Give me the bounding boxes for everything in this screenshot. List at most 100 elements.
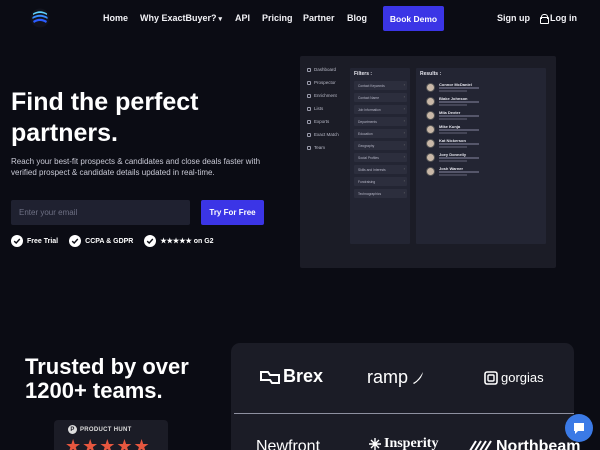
preview-nav-item: Exact Match (307, 132, 339, 137)
stack-logo-icon[interactable] (30, 8, 50, 28)
nav-item-icon (307, 119, 311, 124)
preview-result: Mila Dexter (426, 110, 526, 122)
preview-nav-label: Enrichment (314, 93, 337, 98)
result-meta (439, 129, 479, 131)
result-meta (439, 101, 479, 103)
preview-results-panel: Results : Connor McDaniel Blake Johnson … (416, 68, 546, 244)
northbeam-mark-icon (469, 440, 492, 450)
nav-link-api[interactable]: API (235, 13, 250, 23)
nav-item-icon (307, 145, 311, 150)
top-nav: Home Why ExactBuyer? ▾ API Pricing Partne… (0, 0, 600, 38)
product-hunt-card[interactable]: P PRODUCT HUNT ★★★★★ (54, 420, 168, 450)
result-meta (439, 104, 467, 106)
nav-link-why[interactable]: Why ExactBuyer? ▾ (140, 13, 222, 23)
logo-newfront-text: Newfront (256, 438, 321, 450)
preview-result: Kat Nickerson (426, 138, 526, 150)
nav-link-pricing[interactable]: Pricing (262, 13, 293, 23)
ramp-mark-icon (413, 371, 424, 384)
nav-item-icon (307, 80, 311, 85)
log-in-label: Log in (550, 13, 577, 23)
nav-link-why-label: Why ExactBuyer? (140, 13, 217, 23)
gorgias-mark-icon (484, 370, 498, 385)
preview-nav-label: Exact Match (314, 132, 339, 137)
preview-result: Joey Donnelly (426, 152, 526, 164)
preview-result: Blake Johnson (426, 96, 526, 108)
book-demo-button[interactable]: Book Demo (383, 6, 444, 31)
logo-northbeam-text: Northbeam (496, 438, 581, 450)
app-preview: Dashboard Prospector Enrichment Lists Ex… (300, 56, 556, 268)
avatar (426, 111, 435, 120)
lock-icon (540, 14, 549, 24)
try-for-free-button[interactable]: Try For Free (201, 200, 264, 225)
preview-nav-item: Exports (307, 119, 329, 124)
chevron-down-icon: ▾ (218, 16, 223, 23)
result-meta (439, 143, 479, 145)
badge-label: Free Trial (27, 237, 59, 245)
check-circle-icon (144, 235, 157, 247)
nav-link-home[interactable]: Home (103, 13, 128, 23)
result-meta (439, 160, 467, 162)
preview-nav-label: Dashboard (314, 67, 337, 72)
preview-nav-label: Exports (314, 119, 330, 124)
preview-filters-panel: Filters : Contact Keywords Contact Name … (350, 68, 410, 244)
trust-badges: Free Trial CCPA & GDPR ★★★★★ on G2 (11, 235, 214, 247)
preview-nav-item: Enrichment (307, 93, 337, 98)
nav-link-partner[interactable]: Partner (303, 13, 335, 23)
product-hunt-label: P PRODUCT HUNT (68, 425, 132, 434)
preview-nav-item: Prospector (307, 80, 336, 85)
preview-filter: Departments (354, 117, 407, 126)
avatar (426, 83, 435, 92)
result-meta (439, 174, 467, 176)
preview-filter: Contact Keywords (354, 81, 407, 90)
check-circle-icon (11, 235, 23, 247)
avatar (426, 153, 435, 162)
logo-gorgias: gorgias (484, 370, 544, 385)
trusted-heading: Trusted by over 1200+ teams. (25, 354, 189, 403)
nav-item-icon (307, 106, 311, 111)
email-input[interactable] (11, 200, 190, 225)
logos-divider (234, 413, 574, 414)
logo-newfront: Newfront (256, 438, 320, 450)
chat-bubble-icon[interactable] (565, 414, 593, 442)
logo-ramp-text: ramp (367, 367, 409, 387)
preview-results-title: Results : (420, 71, 442, 77)
preview-nav-label: Prospector (314, 80, 336, 85)
logo-insperity: Insperity (369, 436, 438, 450)
preview-result: Josh Warner (426, 166, 526, 178)
preview-filters-title: Filters : (354, 71, 373, 77)
product-hunt-text: PRODUCT HUNT (80, 426, 132, 433)
badge-label: CCPA & GDPR (85, 237, 134, 245)
log-in-link[interactable]: Log in (540, 13, 577, 24)
preview-nav-item: Dashboard (307, 67, 336, 72)
preview-result: Connor McDaniel (426, 82, 526, 94)
product-hunt-icon: P (68, 425, 77, 434)
badge-label: ★★★★★ on G2 (160, 238, 214, 245)
logo-brex: Brex (260, 366, 323, 387)
logo-brex-text: Brex (283, 366, 324, 386)
preview-result: Mike Kunja (426, 124, 526, 136)
customer-logos-panel: Brex ramp gorgias Newfront Insperity Nor… (231, 343, 580, 450)
preview-filter: Fundraising (354, 177, 407, 186)
nav-link-blog[interactable]: Blog (347, 13, 367, 23)
star-rating: ★★★★★ (65, 436, 151, 450)
preview-filter: Social Profiles (354, 153, 407, 162)
result-meta (439, 146, 467, 148)
result-meta (439, 115, 479, 117)
nav-item-icon (307, 132, 311, 137)
avatar (426, 139, 435, 148)
preview-filter: Job Information (354, 105, 407, 114)
sign-up-link[interactable]: Sign up (497, 13, 530, 23)
hero-title: Find the perfect partners. (11, 88, 199, 147)
preview-nav-item: Lists (307, 106, 323, 111)
brex-mark-icon (260, 370, 280, 384)
badge-free-trial: Free Trial (11, 235, 58, 247)
chat-icon (574, 423, 584, 434)
preview-filter: Skills and Interests (354, 165, 407, 174)
preview-nav-item: Team (307, 145, 325, 150)
avatar (426, 167, 435, 176)
result-meta (439, 171, 479, 173)
logo-gorgias-text: gorgias (501, 370, 544, 385)
result-meta (439, 87, 479, 89)
logo-insperity-text: Insperity (384, 436, 439, 450)
logo-ramp: ramp (367, 367, 425, 388)
